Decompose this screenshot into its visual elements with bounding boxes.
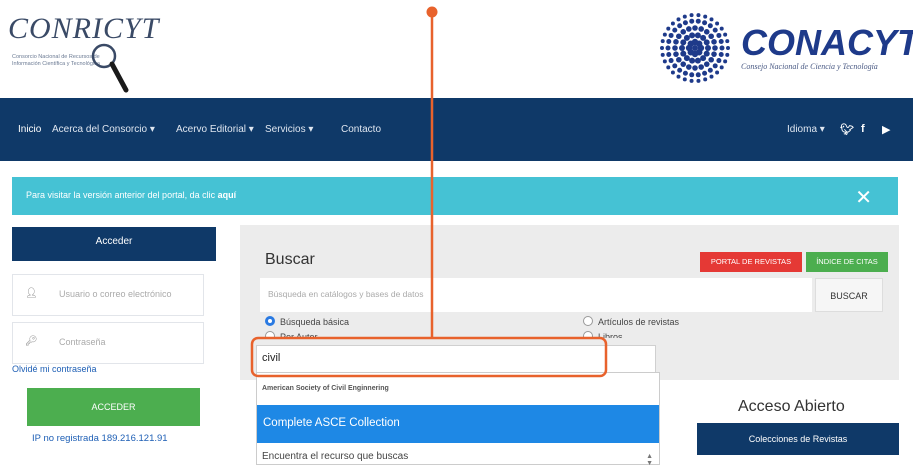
radio-articles-label: Artículos de revistas [598, 317, 680, 327]
portal-revistas-button[interactable]: PORTAL DE REVISTAS [700, 252, 802, 272]
dropdown-option-label: Complete ASCE Collection [263, 417, 400, 429]
info-alert: Para visitar la versión anterior del por… [12, 177, 898, 215]
colecciones-button[interactable]: Colecciones de Revistas [697, 423, 899, 455]
conacyt-logo-subtitle: Consejo Nacional de Ciencia y Tecnología [741, 62, 878, 71]
conacyt-logo-text: CONACYT [741, 22, 913, 63]
username-placeholder: Usuario o correo electrónico [59, 289, 172, 299]
username-field[interactable]: 👤︎ Usuario o correo electrónico [12, 274, 204, 316]
user-icon: 👤︎ [25, 288, 38, 299]
nav-item-inicio[interactable]: Inicio [18, 124, 41, 135]
alert-message: Para visitar la versión anterior del por… [26, 190, 236, 200]
conacyt-emblem-icon [660, 13, 730, 83]
alert-text: Para visitar la versión anterior del por… [26, 190, 218, 200]
dropdown-group-label: American Society of Civil Enginnering [262, 385, 389, 392]
conricyt-logo[interactable]: CONRICYT Consorcio Nacional de Recursos … [8, 12, 158, 93]
magnifier-icon [91, 43, 129, 93]
nav-item-servicios[interactable]: Servicios ▾ [265, 124, 313, 135]
login-button[interactable]: ACCEDER [27, 388, 200, 426]
resource-dropdown[interactable]: American Society of Civil Enginnering Co… [256, 372, 660, 467]
radio-articles[interactable]: Artículos de revistas [583, 316, 679, 327]
header: CONRICYT Consorcio Nacional de Recursos … [0, 0, 913, 98]
language-menu[interactable]: Idioma ▾ [787, 124, 825, 135]
close-icon[interactable]: ✕ [855, 185, 872, 210]
ip-status: IP no registrada 189.216.121.91 [32, 433, 168, 444]
resource-search-value: civil [262, 352, 281, 364]
login-header: Acceder [12, 227, 216, 261]
search-input[interactable]: Búsqueda en catálogos y bases de datos [260, 278, 812, 312]
nav-item-acervo[interactable]: Acervo Editorial ▾ [176, 124, 254, 135]
search-button[interactable]: BUSCAR [815, 278, 883, 312]
alert-link[interactable]: aquí [218, 190, 237, 200]
chevron-down-icon[interactable]: ▲ ▼ [646, 453, 653, 467]
indice-citas-button[interactable]: ÍNDICE DE CITAS [806, 252, 888, 272]
youtube-icon[interactable]: ▶ [882, 123, 890, 136]
search-placeholder: Búsqueda en catálogos y bases de datos [268, 289, 424, 299]
resource-search-input[interactable]: civil [256, 345, 656, 373]
key-icon: 🔑︎ [25, 336, 38, 347]
dropdown-option-selected[interactable]: Complete ASCE Collection [257, 405, 659, 443]
nav-item-contacto[interactable]: Contacto [341, 124, 381, 135]
open-access-title: Acceso Abierto [738, 398, 845, 415]
facebook-icon[interactable]: f [861, 123, 865, 135]
radio-icon [583, 316, 593, 326]
conacyt-logo[interactable]: CONACYT Consejo Nacional de Ciencia y Te… [655, 10, 913, 90]
password-placeholder: Contraseña [59, 337, 106, 347]
search-title: Buscar [265, 251, 315, 268]
nav-item-acerca[interactable]: Acerca del Consorcio ▾ [52, 124, 155, 135]
main-nav: Inicio Acerca del Consorcio ▾ Acervo Edi… [0, 98, 913, 161]
conricyt-logo-text: CONRICYT [8, 12, 160, 45]
password-field[interactable]: 🔑︎ Contraseña [12, 322, 204, 364]
resource-select[interactable]: Encuentra el recurso que buscas [262, 451, 408, 462]
twitter-icon[interactable]: 🐦︎ [840, 123, 854, 136]
forgot-password-link[interactable]: Olvidé mi contraseña [12, 364, 97, 374]
radio-selected-icon [265, 316, 275, 326]
radio-basic-search[interactable]: Búsqueda básica [265, 316, 349, 327]
radio-basic-label: Búsqueda básica [280, 317, 350, 327]
